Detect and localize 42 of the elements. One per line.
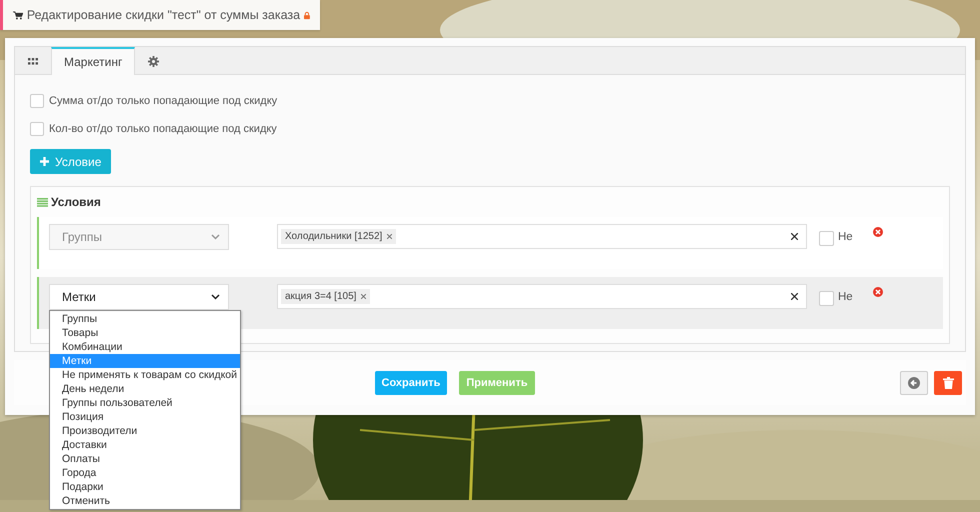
page-title: Редактирование скидки "тест" от суммы заказа xyxy=(26,8,300,22)
dropdown-option[interactable]: Отменить xyxy=(50,494,240,508)
checkbox[interactable] xyxy=(819,291,834,306)
cart-icon xyxy=(13,8,23,22)
dropdown-option[interactable]: Производители xyxy=(50,424,240,438)
remove-tag-icon[interactable] xyxy=(387,234,392,239)
remove-icon[interactable] xyxy=(872,287,883,297)
dropdown-option[interactable]: Комбинации xyxy=(50,340,240,354)
dropdown-option[interactable]: День недели xyxy=(50,382,240,396)
tab[interactable]: Маркетинг xyxy=(51,47,136,75)
dropdown-option[interactable]: Товары xyxy=(50,326,240,340)
list-icon xyxy=(37,198,48,206)
type-select[interactable]: Метки xyxy=(49,284,229,310)
trash-icon xyxy=(942,376,954,388)
checkbox-label: Не xyxy=(838,231,853,243)
grid-icon xyxy=(28,58,38,65)
delete-button[interactable] xyxy=(934,370,962,394)
dropdown-option[interactable]: Группы xyxy=(50,312,240,326)
checkbox-label: Не xyxy=(838,291,853,303)
back-arrow-icon xyxy=(908,376,920,388)
chevron-down-icon xyxy=(211,294,220,300)
dropdown-option[interactable]: Не применять к товарам со скидкой xyxy=(50,368,240,382)
clear-icon[interactable] xyxy=(791,293,798,300)
dropdown-option[interactable]: Оплаты xyxy=(50,452,240,466)
checkbox[interactable] xyxy=(30,122,44,136)
tags-input-field[interactable]: акция 3=4 [105] xyxy=(277,284,807,309)
dropdown-option[interactable]: Города xyxy=(50,466,240,480)
remove-tag-icon[interactable] xyxy=(361,294,366,299)
dropdown-option[interactable]: Группы пользователей xyxy=(50,396,240,410)
back-button[interactable] xyxy=(900,370,928,394)
settings-icon xyxy=(148,56,159,67)
chevron-down-icon xyxy=(211,234,220,240)
dropdown-option[interactable]: Доставки xyxy=(50,438,240,452)
tag-chip: Холодильники [1252] xyxy=(281,229,396,244)
checkbox[interactable] xyxy=(30,94,44,108)
dropdown-option[interactable]: Позиция xyxy=(50,410,240,424)
tag-chip: акция 3=4 [105] xyxy=(281,289,370,304)
plus-icon xyxy=(40,157,49,166)
dropdown-option[interactable]: Подарки xyxy=(50,480,240,494)
section-title: Условия xyxy=(51,195,101,209)
checkbox-label: Сумма от/до только попадающие под скидку xyxy=(49,95,278,107)
checkbox-label: Кол-во от/до только попадающие под скидку xyxy=(49,123,277,135)
